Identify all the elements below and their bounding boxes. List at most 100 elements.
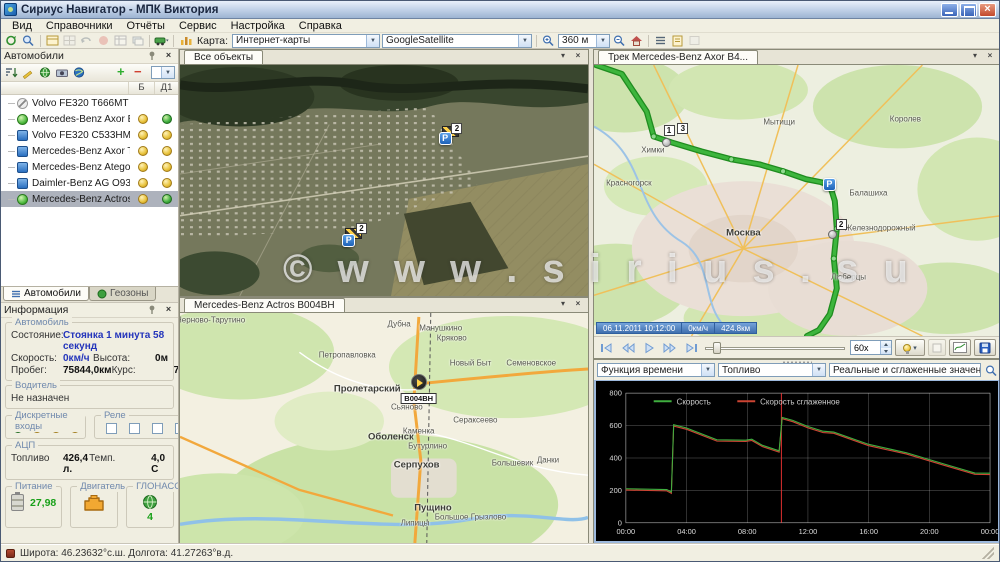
save-button[interactable] (974, 339, 996, 356)
tab-close-icon[interactable] (984, 51, 996, 62)
menu-item-справка[interactable]: Справка (292, 20, 349, 32)
menu-item-вид[interactable]: Вид (5, 20, 39, 32)
menu-item-настройка[interactable]: Настройка (224, 20, 292, 32)
vehicle-row[interactable]: Mercedes-Benz Actros B004BH (1, 191, 178, 207)
maximize-button[interactable] (960, 3, 977, 17)
battery-icon (11, 494, 24, 511)
tab-close-icon[interactable] (572, 51, 584, 62)
menu-item-справочники[interactable]: Справочники (39, 20, 120, 32)
tab-menu-icon[interactable] (557, 51, 569, 62)
pin-icon[interactable] (146, 50, 159, 62)
parking-marker[interactable]: P (342, 234, 355, 247)
skip-end-button[interactable] (682, 340, 700, 356)
close-icon[interactable] (162, 50, 175, 62)
zoom-out-button[interactable] (612, 34, 627, 47)
list-view-button[interactable] (653, 34, 668, 47)
parking-marker[interactable]: P (439, 132, 452, 145)
pin-icon[interactable] (146, 304, 159, 316)
slider-thumb[interactable] (713, 342, 721, 354)
vehicle-dropdown-button[interactable] (154, 34, 169, 47)
relay-checkbox[interactable] (106, 423, 117, 434)
undo-button[interactable] (79, 34, 94, 47)
chart-mode-select[interactable]: Реальные и сглаженные значени (829, 363, 981, 377)
globe-button[interactable] (38, 66, 52, 79)
vehicle-row[interactable]: Mercedes-Benz Axor B428HB (1, 111, 178, 127)
chart-parameter-select[interactable]: Топливо (718, 363, 826, 377)
vehicle-row[interactable]: Daimler-Benz AG O932MX (1, 175, 178, 191)
numbered-marker[interactable]: 2 (836, 219, 847, 230)
report-button[interactable] (670, 34, 685, 47)
satellite-map[interactable]: 2P2P (180, 65, 588, 296)
rewind-button[interactable] (619, 340, 637, 356)
tab-track[interactable]: Трек Mercedes-Benz Axor B4... (598, 50, 758, 64)
calendar-button[interactable] (45, 34, 60, 47)
parking-marker[interactable]: P (823, 178, 836, 191)
map-place-label: Железнодорожный (845, 223, 916, 232)
map-place-label: Пущино (414, 502, 452, 513)
numbered-marker[interactable]: 3 (677, 123, 688, 134)
relay-checkbox[interactable] (129, 423, 140, 434)
edit-button[interactable] (21, 66, 35, 79)
close-icon[interactable] (162, 304, 175, 316)
map-type-select[interactable]: Интернет-карты (232, 34, 380, 48)
spin-down-icon[interactable] (880, 348, 891, 355)
show-chart-button[interactable] (949, 339, 971, 356)
playback-slider[interactable] (703, 341, 847, 355)
numbered-marker[interactable]: 1 (664, 125, 675, 136)
menu-item-сервис[interactable]: Сервис (172, 20, 224, 32)
stop-button[interactable] (96, 34, 111, 47)
minimize-button[interactable] (941, 3, 958, 17)
refresh-button[interactable] (4, 34, 19, 47)
table-button[interactable] (113, 34, 128, 47)
track-map[interactable]: ХимкиМытищиКоролевКрасногорскБалашихаЖел… (594, 65, 1000, 336)
grid-button[interactable] (62, 34, 77, 47)
tab-close-icon[interactable] (572, 299, 584, 310)
sidebar-tab-geozones[interactable]: Геозоны (89, 287, 157, 301)
layers-button[interactable] (130, 34, 145, 47)
speed-factor-spinner[interactable]: 60x (850, 340, 892, 355)
vehicle-row[interactable]: Volvo FE320 T666MT (1, 95, 178, 111)
tab-menu-icon[interactable] (969, 51, 981, 62)
tab-menu-icon[interactable] (557, 299, 569, 310)
info-panel-title: Информация (4, 304, 68, 316)
add-vehicle-button[interactable]: + (117, 66, 131, 79)
sort-button[interactable] (4, 66, 18, 79)
track-style-button[interactable] (895, 339, 925, 356)
chart-function-select[interactable]: Функция времени (597, 363, 715, 377)
vehicle-row[interactable]: Volvo FE320 C533HM (1, 127, 178, 143)
tab-all-objects[interactable]: Все объекты (184, 50, 263, 64)
relay-checkbox[interactable] (175, 423, 178, 434)
close-button[interactable] (979, 3, 996, 17)
map-provider-select[interactable]: GoogleSatellite (382, 34, 532, 48)
view-dropdown-button[interactable] (151, 66, 175, 79)
fast-forward-button[interactable] (661, 340, 679, 356)
relay-checkbox[interactable] (152, 423, 163, 434)
play-button[interactable] (640, 340, 658, 356)
search-button[interactable] (21, 34, 36, 47)
map-scale-select[interactable]: 360 м (558, 34, 610, 48)
menu-item-отчёты[interactable]: Отчёты (120, 20, 172, 32)
right-area: Трек Mercedes-Benz Axor B4... (593, 49, 1000, 544)
remove-vehicle-button[interactable]: − (134, 66, 148, 79)
sidebar-tab-vehicles[interactable]: Автомобили (3, 287, 89, 301)
vehicle-row[interactable]: Mercedes-Benz Atego б/н (1, 159, 178, 175)
numbered-marker[interactable]: 2 (451, 123, 462, 134)
disabled-button[interactable] (928, 339, 946, 356)
vehicle-row[interactable]: Mercedes-Benz Axor T166MT (1, 143, 178, 159)
status-slot-b (130, 114, 156, 124)
chart-zoom-in-button[interactable] (984, 364, 999, 377)
road-map[interactable]: Нерново-ТарутиноДубнаМанушкиноКряковоНов… (180, 313, 588, 543)
camera-button[interactable] (55, 66, 69, 79)
home-button[interactable] (629, 34, 644, 47)
tab-vehicle-map[interactable]: Mercedes-Benz Actros B004BH (184, 298, 345, 312)
numbered-marker[interactable]: 2 (356, 223, 367, 234)
skip-start-button[interactable] (598, 340, 616, 356)
world-button[interactable] (72, 66, 86, 79)
empty-button[interactable] (687, 34, 702, 47)
vehicle-map-panel: Mercedes-Benz Actros B004BH (179, 297, 589, 544)
speed-chart[interactable]: 00:0004:0008:0012:0016:0020:0000:0002004… (594, 380, 1000, 543)
vehicle-marker[interactable] (411, 374, 427, 390)
chart-button[interactable] (178, 34, 193, 47)
resize-grip[interactable] (982, 547, 994, 559)
zoom-in-button[interactable] (541, 34, 556, 47)
